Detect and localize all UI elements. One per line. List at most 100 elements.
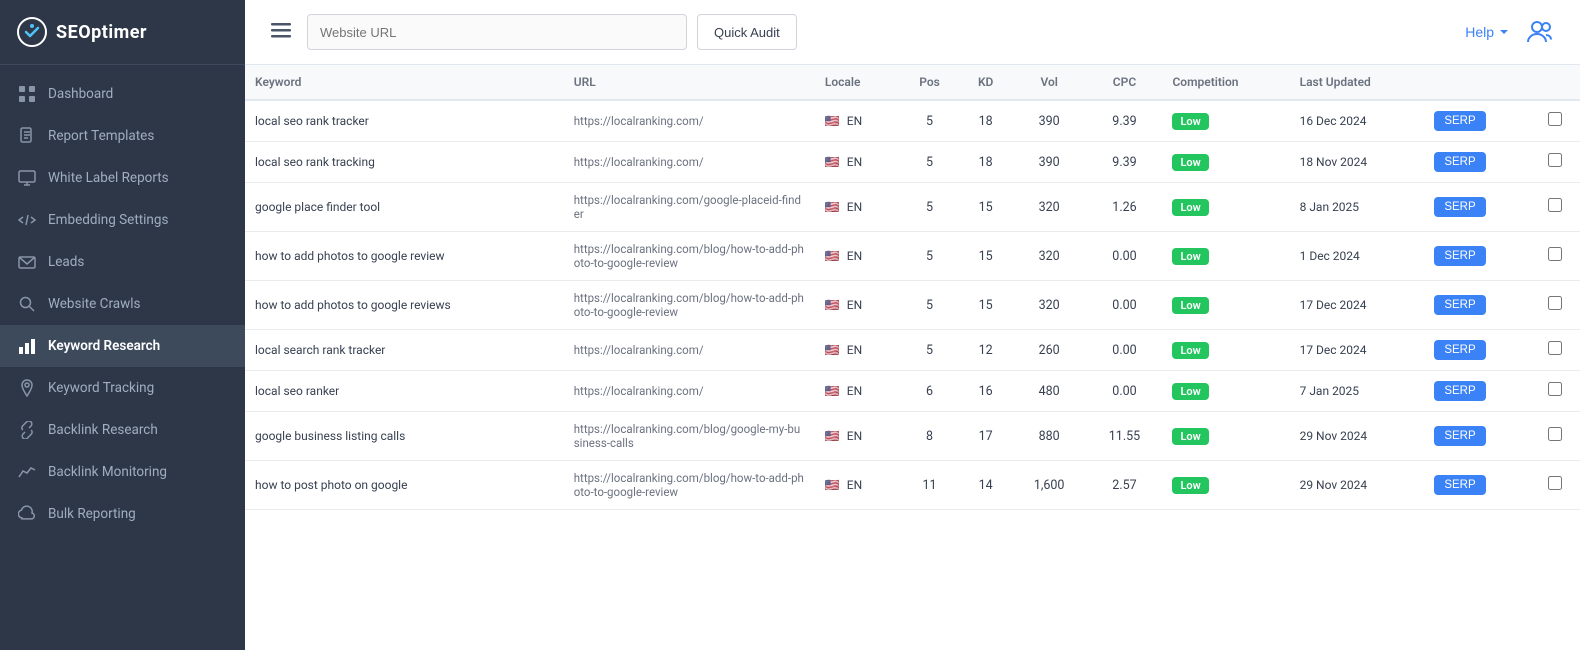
search-magnify-icon bbox=[18, 295, 36, 313]
serp-button[interactable]: SERP bbox=[1434, 197, 1485, 217]
serp-button[interactable]: SERP bbox=[1434, 475, 1485, 495]
pos-cell: 5 bbox=[900, 100, 960, 142]
row-checkbox[interactable] bbox=[1548, 198, 1562, 212]
serp-button[interactable]: SERP bbox=[1434, 340, 1485, 360]
kd-cell: 18 bbox=[960, 100, 1012, 142]
date-cell: 7 Jan 2025 bbox=[1290, 371, 1425, 412]
serp-cell: SERP bbox=[1424, 330, 1529, 371]
row-checkbox[interactable] bbox=[1548, 427, 1562, 441]
competition-cell: Low bbox=[1162, 142, 1289, 183]
flag-icon: 🇺🇸 bbox=[825, 155, 840, 169]
keyword-cell: local seo rank tracker bbox=[245, 100, 564, 142]
pos-cell: 5 bbox=[900, 142, 960, 183]
competition-cell: Low bbox=[1162, 412, 1289, 461]
competition-badge: Low bbox=[1172, 113, 1208, 130]
locale-cell: 🇺🇸 EN bbox=[815, 281, 900, 330]
row-checkbox[interactable] bbox=[1548, 247, 1562, 261]
sidebar-item-backlink-research[interactable]: Backlink Research bbox=[0, 409, 245, 451]
seoptimer-logo-icon bbox=[16, 16, 48, 48]
date-cell: 1 Dec 2024 bbox=[1290, 232, 1425, 281]
grid-icon bbox=[18, 85, 36, 103]
bar-chart-icon bbox=[18, 337, 36, 355]
serp-cell: SERP bbox=[1424, 142, 1529, 183]
locale-cell: 🇺🇸 EN bbox=[815, 371, 900, 412]
sidebar-item-leads[interactable]: Leads bbox=[0, 241, 245, 283]
sidebar-item-website-crawls[interactable]: Website Crawls bbox=[0, 283, 245, 325]
pin-icon bbox=[18, 379, 36, 397]
sidebar-item-dashboard[interactable]: Dashboard bbox=[0, 73, 245, 115]
row-checkbox[interactable] bbox=[1548, 341, 1562, 355]
help-button[interactable]: Help bbox=[1465, 24, 1510, 40]
table-row: how to add photos to google review https… bbox=[245, 232, 1580, 281]
keyword-cell: google place finder tool bbox=[245, 183, 564, 232]
select-cell bbox=[1530, 412, 1580, 461]
sidebar-nav: Dashboard Report Templates White Label R… bbox=[0, 65, 245, 650]
table-body: local seo rank tracker https://localrank… bbox=[245, 100, 1580, 510]
competition-cell: Low bbox=[1162, 183, 1289, 232]
row-checkbox[interactable] bbox=[1548, 153, 1562, 167]
cpc-cell: 11.55 bbox=[1087, 412, 1163, 461]
cpc-cell: 0.00 bbox=[1087, 232, 1163, 281]
sidebar-item-bulk-reporting[interactable]: Bulk Reporting bbox=[0, 493, 245, 535]
sidebar-item-report-templates[interactable]: Report Templates bbox=[0, 115, 245, 157]
flag-icon: 🇺🇸 bbox=[825, 478, 840, 492]
cpc-cell: 0.00 bbox=[1087, 330, 1163, 371]
url-input[interactable] bbox=[307, 14, 687, 50]
date-cell: 29 Nov 2024 bbox=[1290, 461, 1425, 510]
sidebar-item-keyword-research-label: Keyword Research bbox=[48, 338, 160, 354]
user-avatar-button[interactable] bbox=[1522, 12, 1560, 53]
select-cell bbox=[1530, 142, 1580, 183]
row-checkbox[interactable] bbox=[1548, 112, 1562, 126]
url-cell: https://localranking.com/blog/how-to-add… bbox=[564, 281, 815, 330]
competition-badge: Low bbox=[1172, 297, 1208, 314]
sidebar-item-website-crawls-label: Website Crawls bbox=[48, 296, 141, 312]
chart-line-icon bbox=[18, 463, 36, 481]
locale-cell: 🇺🇸 EN bbox=[815, 232, 900, 281]
date-cell: 16 Dec 2024 bbox=[1290, 100, 1425, 142]
serp-button[interactable]: SERP bbox=[1434, 246, 1485, 266]
sidebar-item-backlink-monitoring[interactable]: Backlink Monitoring bbox=[0, 451, 245, 493]
kd-cell: 14 bbox=[960, 461, 1012, 510]
kd-cell: 18 bbox=[960, 142, 1012, 183]
serp-button[interactable]: SERP bbox=[1434, 426, 1485, 446]
kd-cell: 15 bbox=[960, 281, 1012, 330]
pos-cell: 6 bbox=[900, 371, 960, 412]
serp-button[interactable]: SERP bbox=[1434, 295, 1485, 315]
row-checkbox[interactable] bbox=[1548, 476, 1562, 490]
sidebar-item-backlink-research-label: Backlink Research bbox=[48, 422, 158, 438]
serp-button[interactable]: SERP bbox=[1434, 111, 1485, 131]
sidebar-item-keyword-tracking[interactable]: Keyword Tracking bbox=[0, 367, 245, 409]
locale-cell: 🇺🇸 EN bbox=[815, 330, 900, 371]
keyword-cell: local seo ranker bbox=[245, 371, 564, 412]
pos-cell: 5 bbox=[900, 330, 960, 371]
sidebar-item-embedding-settings[interactable]: Embedding Settings bbox=[0, 199, 245, 241]
row-checkbox[interactable] bbox=[1548, 382, 1562, 396]
col-date: Last Updated bbox=[1290, 65, 1425, 100]
flag-icon: 🇺🇸 bbox=[825, 384, 840, 398]
cpc-cell: 9.39 bbox=[1087, 142, 1163, 183]
embed-icon bbox=[18, 211, 36, 229]
kd-cell: 12 bbox=[960, 330, 1012, 371]
vol-cell: 320 bbox=[1012, 183, 1087, 232]
table-row: local search rank tracker https://localr… bbox=[245, 330, 1580, 371]
col-vol: Vol bbox=[1012, 65, 1087, 100]
serp-button[interactable]: SERP bbox=[1434, 381, 1485, 401]
sidebar-item-leads-label: Leads bbox=[48, 254, 84, 270]
sidebar-item-white-label-reports[interactable]: White Label Reports bbox=[0, 157, 245, 199]
serp-cell: SERP bbox=[1424, 232, 1529, 281]
keyword-table: Keyword URL Locale Pos KD Vol CPC Compet… bbox=[245, 65, 1580, 510]
quick-audit-button[interactable]: Quick Audit bbox=[697, 14, 797, 50]
competition-cell: Low bbox=[1162, 232, 1289, 281]
hamburger-button[interactable] bbox=[265, 14, 297, 51]
serp-cell: SERP bbox=[1424, 100, 1529, 142]
competition-badge: Low bbox=[1172, 477, 1208, 494]
date-cell: 29 Nov 2024 bbox=[1290, 412, 1425, 461]
row-checkbox[interactable] bbox=[1548, 296, 1562, 310]
serp-button[interactable]: SERP bbox=[1434, 152, 1485, 172]
serp-cell: SERP bbox=[1424, 461, 1529, 510]
kd-cell: 15 bbox=[960, 232, 1012, 281]
locale-cell: 🇺🇸 EN bbox=[815, 142, 900, 183]
sidebar-item-keyword-research[interactable]: Keyword Research bbox=[0, 325, 245, 367]
date-cell: 18 Nov 2024 bbox=[1290, 142, 1425, 183]
locale-cell: 🇺🇸 EN bbox=[815, 100, 900, 142]
